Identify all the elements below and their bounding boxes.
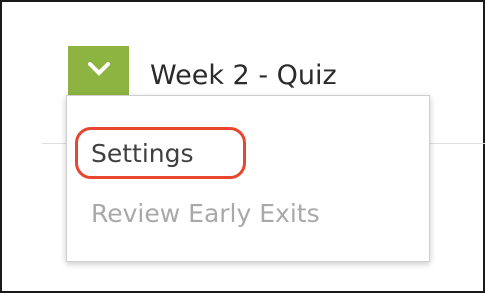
screenshot-frame: Week 2 - Quiz Settings Review Early Exit… [0,0,485,293]
dropdown-menu: Settings Review Early Exits [66,95,430,262]
menu-item-settings[interactable]: Settings [91,139,194,169]
chevron-down-icon [87,62,110,76]
menu-item-review-early-exits: Review Early Exits [91,199,320,228]
quiz-title: Week 2 - Quiz [150,60,337,91]
